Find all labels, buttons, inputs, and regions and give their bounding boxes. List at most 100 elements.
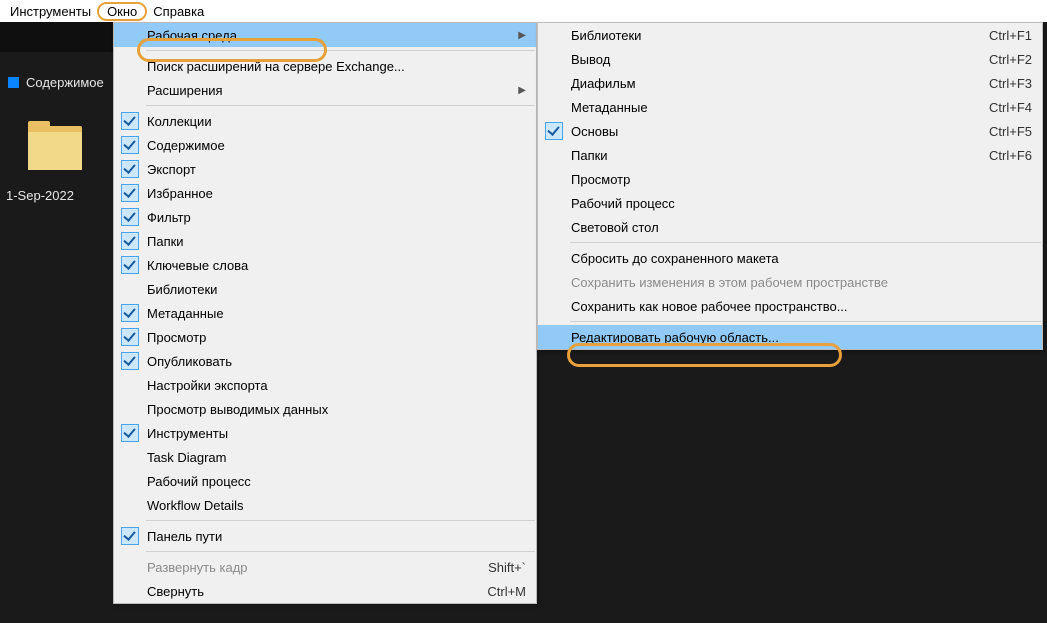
menu-item-path-bar[interactable]: Панель пути [114,524,536,548]
submenu-item-libraries[interactable]: Библиотеки Ctrl+F1 [538,23,1042,47]
menu-item-label: Световой стол [569,220,1032,235]
check-icon [121,352,139,370]
submenu-item-folders[interactable]: Папки Ctrl+F6 [538,143,1042,167]
menu-shortcut: Ctrl+F4 [979,100,1032,115]
menu-item-filter[interactable]: Фильтр [114,205,536,229]
menu-item-label: Сохранить изменения в этом рабочем прост… [569,275,1032,290]
menu-item-label: Настройки экспорта [145,378,526,393]
menu-item-label: Метаданные [569,100,979,115]
submenu-item-light-table[interactable]: Световой стол [538,215,1042,239]
check-icon [121,527,139,545]
menu-item-label: Развернуть кадр [145,560,478,575]
check-icon [121,256,139,274]
menu-item-output-preview[interactable]: Просмотр выводимых данных [114,397,536,421]
menu-item-label: Вывод [569,52,979,67]
menu-shortcut: Ctrl+M [477,584,526,599]
folder-label: 1-Sep-2022 [6,188,115,203]
menu-help[interactable]: Справка [147,2,210,21]
menu-shortcut: Ctrl+F2 [979,52,1032,67]
check-icon [121,136,139,154]
workspace-submenu: Библиотеки Ctrl+F1 Вывод Ctrl+F2 Диафиль… [537,22,1043,350]
menu-item-extensions[interactable]: Расширения ▶ [114,78,536,102]
submenu-item-workflow[interactable]: Рабочий процесс [538,191,1042,215]
check-icon [121,112,139,130]
menu-item-minimize[interactable]: Свернуть Ctrl+M [114,579,536,603]
submenu-item-output[interactable]: Вывод Ctrl+F2 [538,47,1042,71]
menu-item-label: Просмотр [145,330,526,345]
menu-item-maximize[interactable]: Развернуть кадр Shift+` [114,555,536,579]
menu-window[interactable]: Окно [97,2,147,21]
menu-item-publish[interactable]: Опубликовать [114,349,536,373]
menu-item-content[interactable]: Содержимое [114,133,536,157]
window-menu-dropdown: Рабочая среда ▶ Поиск расширений на серв… [113,22,537,604]
menu-item-label: Метаданные [145,306,526,321]
menu-item-metadata[interactable]: Метаданные [114,301,536,325]
menu-item-label: Коллекции [145,114,526,129]
menu-item-folders[interactable]: Папки [114,229,536,253]
menu-item-label: Содержимое [145,138,526,153]
submenu-item-essentials[interactable]: Основы Ctrl+F5 [538,119,1042,143]
menu-item-label: Просмотр выводимых данных [145,402,526,417]
menu-separator [146,551,535,552]
menu-item-keywords[interactable]: Ключевые слова [114,253,536,277]
menu-item-label: Папки [145,234,526,249]
menu-item-label: Панель пути [145,529,526,544]
menu-item-label: Основы [569,124,979,139]
left-top-bar [0,22,115,52]
menu-shortcut: Shift+` [478,560,526,575]
menu-item-label: Свернуть [145,584,477,599]
tab-indicator-icon [8,77,19,88]
check-icon [121,160,139,178]
submenu-item-edit-workspace[interactable]: Редактировать рабочую область... [538,325,1042,349]
menu-item-label: Расширения [145,83,514,98]
folder-icon[interactable] [28,126,82,170]
menu-item-export[interactable]: Экспорт [114,157,536,181]
menubar: Инструменты Окно Справка [0,0,1047,22]
menu-item-label: Избранное [145,186,526,201]
submenu-item-save-changes[interactable]: Сохранить изменения в этом рабочем прост… [538,270,1042,294]
menu-shortcut: Ctrl+F6 [979,148,1032,163]
menu-item-label: Рабочая среда [145,28,514,43]
submenu-item-filmstrip[interactable]: Диафильм Ctrl+F3 [538,71,1042,95]
menu-item-label: Task Diagram [145,450,526,465]
check-icon [121,184,139,202]
check-icon [121,424,139,442]
menu-item-workspace[interactable]: Рабочая среда ▶ [114,23,536,47]
submenu-arrow-icon: ▶ [514,30,526,41]
menu-item-review[interactable]: Просмотр [114,325,536,349]
left-panel: Содержимое 1-Sep-2022 [0,22,115,203]
check-icon [545,122,563,140]
menu-item-favorites[interactable]: Избранное [114,181,536,205]
menu-item-find-extensions[interactable]: Поиск расширений на сервере Exchange... [114,54,536,78]
menu-item-label: Диафильм [569,76,979,91]
menu-item-workflow-details[interactable]: Workflow Details [114,493,536,517]
menu-item-tools[interactable]: Инструменты [114,421,536,445]
submenu-arrow-icon: ▶ [514,85,526,96]
submenu-item-reset[interactable]: Сбросить до сохраненного макета [538,246,1042,270]
submenu-item-metadata[interactable]: Метаданные Ctrl+F4 [538,95,1042,119]
menu-tools[interactable]: Инструменты [4,2,97,21]
menu-item-export-settings[interactable]: Настройки экспорта [114,373,536,397]
menu-item-label: Библиотеки [569,28,979,43]
menu-separator [570,321,1041,322]
menu-item-label: Инструменты [145,426,526,441]
menu-item-label: Ключевые слова [145,258,526,273]
submenu-item-save-new[interactable]: Сохранить как новое рабочее пространство… [538,294,1042,318]
menu-item-label: Рабочий процесс [145,474,526,489]
menu-item-libraries[interactable]: Библиотеки [114,277,536,301]
menu-item-label: Workflow Details [145,498,526,513]
menu-item-label: Редактировать рабочую область... [569,330,1032,345]
content-tab[interactable]: Содержимое [0,52,115,96]
menu-separator [570,242,1041,243]
submenu-item-preview[interactable]: Просмотр [538,167,1042,191]
check-icon [121,232,139,250]
menu-shortcut: Ctrl+F3 [979,76,1032,91]
menu-item-collections[interactable]: Коллекции [114,109,536,133]
menu-shortcut: Ctrl+F5 [979,124,1032,139]
check-icon [121,328,139,346]
menu-item-label: Библиотеки [145,282,526,297]
menu-shortcut: Ctrl+F1 [979,28,1032,43]
menu-item-task-diagram[interactable]: Task Diagram [114,445,536,469]
menu-item-label: Сбросить до сохраненного макета [569,251,1032,266]
menu-item-workflow[interactable]: Рабочий процесс [114,469,536,493]
